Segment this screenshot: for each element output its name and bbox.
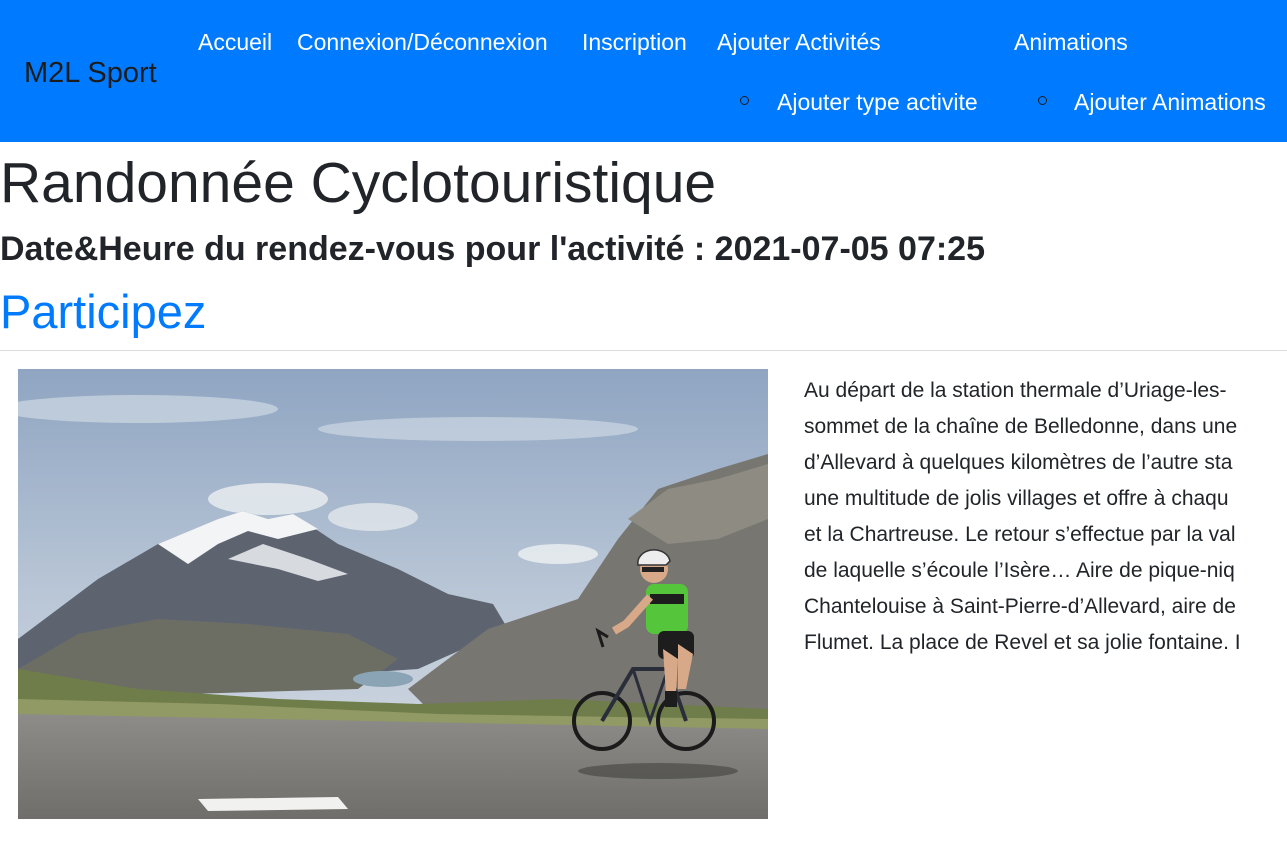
description-line: sommet de la chaîne de Belledonne, dans … [804,415,1238,438]
description-line: et la Chartreuse. Le retour s’effectue p… [804,523,1236,546]
nav-link-animations[interactable]: Animations [1014,28,1128,56]
description-line: une multitude de jolis villages et offre… [804,487,1229,510]
nav-link-connexion[interactable]: Connexion/Déconnexion [297,28,548,56]
top-navbar: M2L Sport Accueil Connexion/Déconnexion … [0,0,1287,142]
bullet-icon [740,96,749,105]
description-line: d’Allevard à quelques kilomètres de l’au… [804,451,1233,474]
description-line: de laquelle s’écoule l’Isère… Aire de pi… [804,559,1235,582]
brand-logo[interactable]: M2L Sport [24,56,157,90]
description-line: Flumet. La place de Revel et sa jolie fo… [804,631,1241,654]
participate-link[interactable]: Participez [0,284,206,340]
activity-description: Au départ de la station thermale d’Uriag… [804,373,1287,663]
submenu-item-ajouter-animations[interactable]: Ajouter Animations [1074,88,1266,116]
activity-photo [18,369,768,819]
nav-link-ajouter-activites[interactable]: Ajouter Activités [717,28,881,56]
nav-link-accueil[interactable]: Accueil [198,28,272,56]
nav-link-inscription[interactable]: Inscription [582,28,687,56]
submenu-item-ajouter-type-activite[interactable]: Ajouter type activite [777,88,978,116]
divider [0,350,1287,351]
description-line: Au départ de la station thermale d’Uriag… [804,379,1227,402]
activity-datetime: Date&Heure du rendez-vous pour l'activit… [0,230,985,268]
description-line: Chantelouise à Saint-Pierre-d’Allevard, … [804,595,1236,618]
bullet-icon [1038,96,1047,105]
activity-title: Randonnée Cyclotouristique [0,151,717,215]
